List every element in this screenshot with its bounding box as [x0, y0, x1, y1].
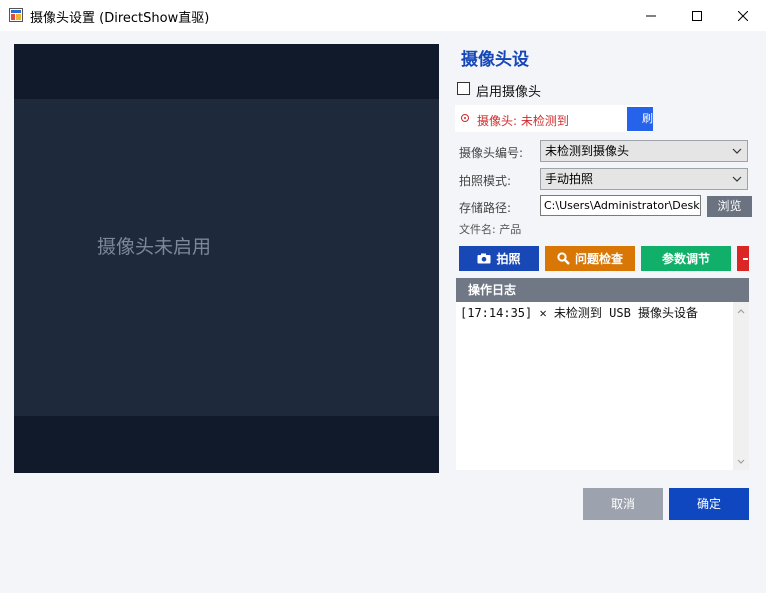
capture-mode-select[interactable]: 手动拍照: [540, 168, 748, 190]
log-line: [17:14:35] ✕ 未检测到 USB 摄像头设备: [460, 306, 699, 320]
adjust-params-label: 参数调节: [661, 252, 710, 266]
capture-mode-value: 手动拍照: [545, 172, 594, 186]
clipped-action-mark: [742, 257, 748, 260]
camera-id-value: 未检测到摄像头: [545, 144, 630, 158]
clipped-action-button[interactable]: [737, 246, 749, 271]
camera-id-label: 摄像头编号:: [459, 146, 524, 160]
capture-label: 拍照: [496, 252, 521, 266]
browse-button[interactable]: 浏览: [707, 196, 752, 217]
diagnose-label: 问题检查: [574, 252, 623, 266]
app-window-icon: [9, 8, 23, 22]
close-button[interactable]: [720, 0, 766, 31]
panel-title: 摄像头设: [461, 50, 529, 70]
preview-placeholder: 摄像头未启用: [97, 236, 212, 258]
camera-preview: 摄像头未启用: [14, 44, 439, 473]
cancel-button[interactable]: 取消: [583, 488, 663, 520]
window-title: 摄像头设置 (DirectShow直驱): [30, 11, 210, 26]
minimize-button[interactable]: [628, 0, 674, 31]
storage-path-input[interactable]: C:\Users\Administrator\Deskt: [540, 195, 701, 216]
search-icon: [557, 252, 570, 265]
minimize-icon: [646, 15, 656, 16]
log-header: 操作日志: [456, 278, 749, 302]
capture-button[interactable]: 拍照: [459, 246, 539, 271]
scroll-up-icon[interactable]: [736, 306, 746, 316]
capture-mode-label: 拍照模式:: [459, 174, 512, 188]
preview-frame: [14, 99, 439, 416]
refresh-button[interactable]: 刷: [627, 107, 653, 131]
scroll-down-icon[interactable]: [736, 456, 746, 466]
ok-button[interactable]: 确定: [669, 488, 749, 520]
maximize-icon: [692, 10, 702, 21]
maximize-button[interactable]: [674, 0, 720, 31]
filename-text: 文件名: 产品: [459, 223, 522, 236]
adjust-params-button[interactable]: 参数调节: [641, 246, 731, 271]
status-dot-icon: [461, 114, 469, 122]
close-icon: [738, 10, 748, 21]
chevron-down-icon: [732, 169, 742, 189]
status-text: 摄像头: 未检测到: [477, 114, 569, 128]
chevron-down-icon: [732, 141, 742, 161]
log-panel[interactable]: [17:14:35] ✕ 未检测到 USB 摄像头设备: [456, 302, 749, 470]
title-bar: 摄像头设置 (DirectShow直驱): [0, 0, 766, 31]
log-scrollbar[interactable]: [733, 302, 749, 470]
storage-path-label: 存储路径:: [459, 201, 512, 215]
camera-id-select[interactable]: 未检测到摄像头: [540, 140, 748, 162]
camera-status: 摄像头: 未检测到: [455, 105, 653, 132]
enable-camera-checkbox[interactable]: [457, 82, 470, 95]
refresh-label: 刷: [642, 112, 653, 125]
enable-camera-label[interactable]: 启用摄像头: [476, 81, 541, 100]
diagnose-button[interactable]: 问题检查: [545, 246, 635, 271]
camera-icon: [477, 253, 491, 264]
